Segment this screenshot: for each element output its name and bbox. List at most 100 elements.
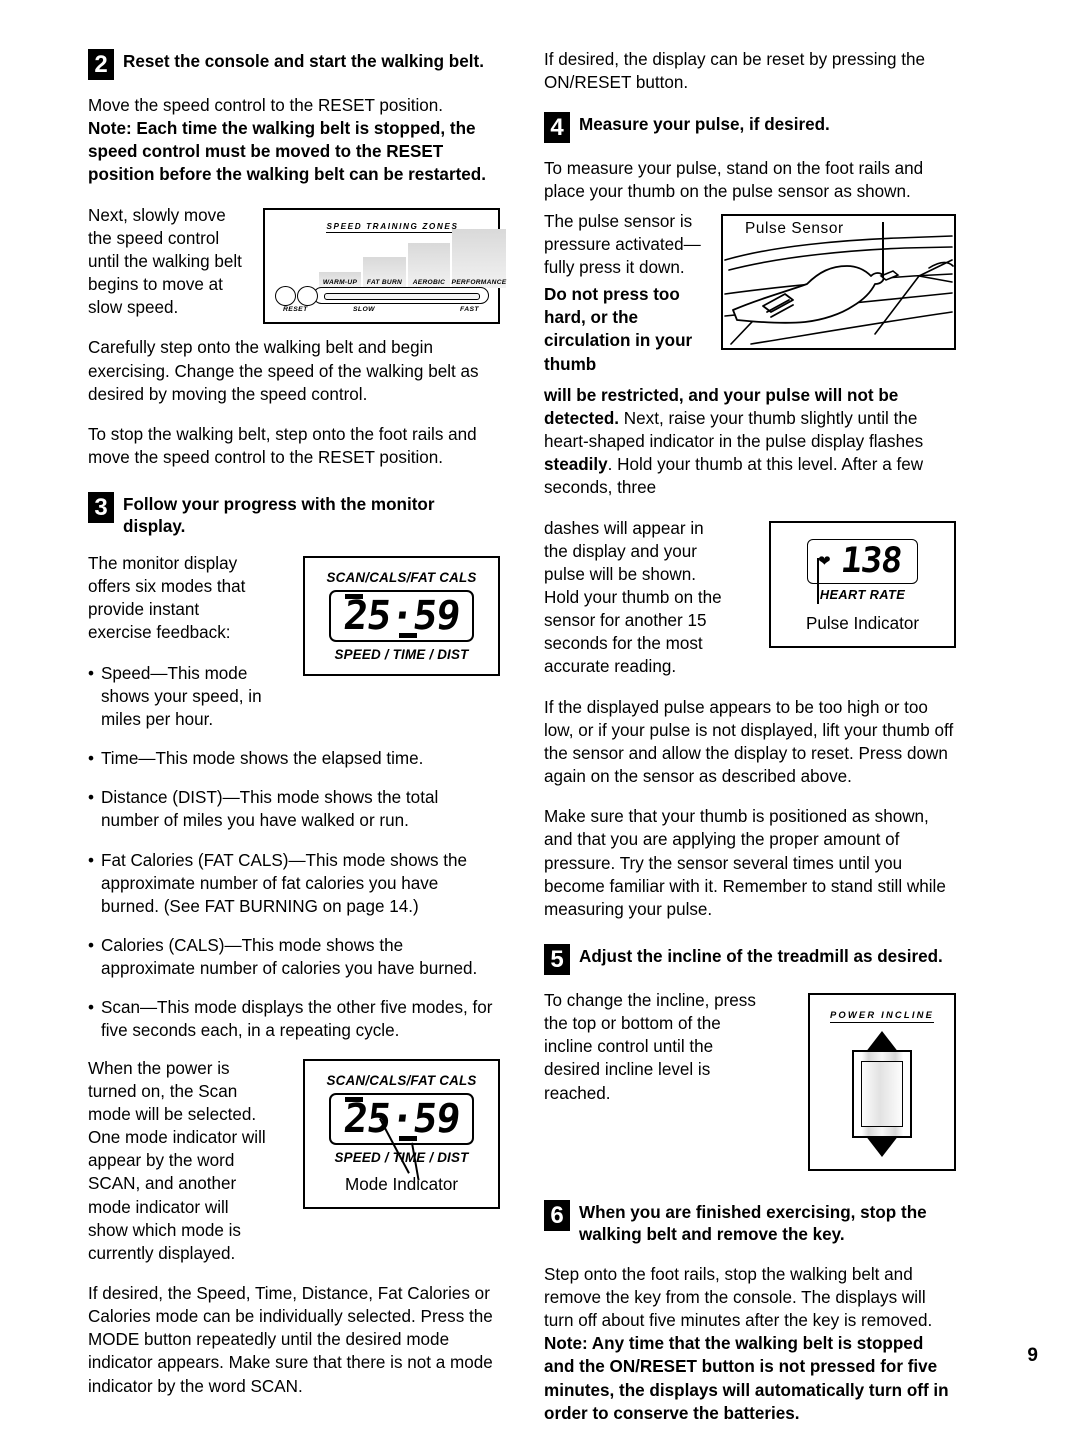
triangle-down-icon[interactable] bbox=[865, 1135, 899, 1157]
bullet-text: Calories (CALS)—This mode shows the appr… bbox=[101, 935, 478, 979]
step-title: Follow your progress with the monitor di… bbox=[123, 495, 435, 537]
step-4-heading: 4 Measure your pulse, if desired. bbox=[544, 111, 956, 144]
two-column-layout: 2 Reset the console and start the walkin… bbox=[88, 48, 1038, 1442]
monitor-digits: 25·59 bbox=[340, 592, 463, 639]
heart-icon: ❤ bbox=[818, 552, 831, 570]
right-intro-paragraph: If desired, the display can be reset by … bbox=[544, 50, 926, 93]
track-label-reset: RESET bbox=[283, 305, 308, 313]
mode-fig-lcd: 25·59 bbox=[328, 1092, 475, 1145]
incline-rocker-switch[interactable] bbox=[843, 1031, 921, 1157]
zone-bar-fatburn: FAT BURN bbox=[363, 256, 406, 288]
speed-knob-outer bbox=[275, 285, 296, 306]
pulse-indicator-caption: Pulse Indicator bbox=[805, 613, 920, 633]
step-3-heading: 3 Follow your progress with the monitor … bbox=[88, 491, 500, 538]
step-title: When you are finished exercising, stop t… bbox=[579, 1203, 927, 1244]
step-6-heading: 6 When you are finished exercising, stop… bbox=[544, 1199, 956, 1246]
step6-p1-note: Note: Any time that the walking belt is … bbox=[544, 1334, 949, 1423]
list-item: • Calories (CALS)—This mode shows the ap… bbox=[88, 934, 500, 980]
mode-fig-top-label: SCAN/CALS/FAT CALS bbox=[326, 1072, 477, 1088]
step-number-badge: 6 bbox=[544, 1200, 570, 1231]
bullet-dot: • bbox=[88, 850, 94, 870]
step6-p1-text: Step onto the foot rails, stop the walki… bbox=[544, 1264, 933, 1331]
step2-paragraph-4: To stop the walking belt, step onto the … bbox=[88, 424, 477, 468]
bullet-dot: • bbox=[88, 998, 94, 1018]
step3-paragraph-3: If desired, the Speed, Time, Distance, F… bbox=[88, 1284, 493, 1396]
monitor-display-figure: SCAN/CALS/FAT CALS 25·59 SPEED / TIME / … bbox=[303, 555, 500, 676]
right-column: If desired, the display can be reset by … bbox=[544, 48, 956, 1442]
bullet-dot: • bbox=[88, 935, 94, 955]
left-column: 2 Reset the console and start the walkin… bbox=[88, 48, 506, 1415]
monitor-bottom-label: SPEED / TIME / DIST bbox=[334, 646, 469, 662]
step-number-badge: 5 bbox=[544, 944, 570, 975]
step-number-badge: 3 bbox=[88, 492, 114, 524]
speed-control-track bbox=[275, 285, 489, 306]
mode-indicator-caption: Mode Indicator bbox=[344, 1174, 459, 1194]
zone-bar-performance: PERFORMANCE bbox=[452, 228, 506, 288]
step-5-heading: 5 Adjust the incline of the treadmill as… bbox=[544, 943, 956, 975]
bullet-text: Speed—This mode shows your speed, in mil… bbox=[101, 663, 262, 729]
list-item: • Speed—This mode shows your speed, in m… bbox=[88, 662, 278, 731]
monitor-top-label: SCAN/CALS/FAT CALS bbox=[326, 569, 477, 585]
mode-fig-digits: 25·59 bbox=[340, 1095, 463, 1142]
page-number: 9 bbox=[1027, 1345, 1038, 1366]
power-incline-figure: POWER INCLINE bbox=[808, 993, 956, 1171]
step-2-heading: 2 Reset the console and start the walkin… bbox=[88, 48, 500, 80]
pulse-lcd: ❤ 138 bbox=[807, 538, 918, 584]
bullet-dot: • bbox=[88, 749, 94, 769]
step4-wrap-bold: Do not press too hard, or the circulatio… bbox=[544, 285, 693, 374]
step-number-badge: 4 bbox=[544, 112, 570, 144]
triangle-up-icon[interactable] bbox=[865, 1031, 899, 1053]
rocker-body[interactable] bbox=[852, 1050, 912, 1138]
pulse-lcd-row: ❤ 138 bbox=[818, 540, 904, 581]
bullet-dot: • bbox=[88, 788, 94, 808]
leader-line bbox=[817, 557, 819, 604]
step4-paragraph-1: To measure your pulse, stand on the foot… bbox=[544, 159, 924, 202]
step4-wrap-plain: The pulse sensor is pressure activated—f… bbox=[544, 211, 701, 277]
pulse-sensor-caption: Pulse Sensor bbox=[745, 219, 844, 237]
step4-paragraph-2: will be restricted, and your pulse will … bbox=[544, 384, 956, 500]
step3-paragraph-2: When the power is turned on, the Scan mo… bbox=[88, 1058, 266, 1263]
pulse-sensor-figure: Pulse Sensor bbox=[721, 213, 956, 350]
step2-p1-text: Move the speed control to the RESET posi… bbox=[88, 96, 444, 115]
list-item: • Fat Calories (FAT CALS)—This mode show… bbox=[88, 849, 500, 918]
track-label-slow: SLOW bbox=[353, 305, 375, 313]
bullet-dot: • bbox=[88, 663, 94, 683]
step4-p2-bold2: steadily bbox=[544, 455, 608, 475]
step4-paragraph-5: Make sure that your thumb is positioned … bbox=[544, 807, 946, 919]
track-label-fast: FAST bbox=[460, 305, 479, 313]
bullet-text: Scan—This mode displays the other five m… bbox=[101, 998, 493, 1041]
step2-paragraph-3: Carefully step onto the walking belt and… bbox=[88, 338, 479, 404]
manual-page: 2 Reset the console and start the walkin… bbox=[0, 0, 1080, 1423]
speed-training-zones-figure: SPEED TRAINING ZONES WARM-UP FAT BURN AE… bbox=[263, 207, 506, 324]
power-incline-title: POWER INCLINE bbox=[829, 1009, 935, 1023]
step-title: Adjust the incline of the treadmill as d… bbox=[579, 947, 943, 966]
bullet-text: Distance (DIST)—This mode shows the tota… bbox=[101, 788, 439, 831]
zone-bar-aerobic: AEROBIC bbox=[408, 242, 450, 288]
step2-p1-note: Note: Each time the walking belt is stop… bbox=[88, 119, 486, 185]
speed-control-knob[interactable] bbox=[297, 285, 318, 306]
bullet-text: Fat Calories (FAT CALS)—This mode shows … bbox=[101, 850, 468, 916]
monitor-lcd: 25·59 bbox=[328, 589, 475, 642]
bullet-text: Time—This mode shows the elapsed time. bbox=[101, 749, 424, 769]
speed-track-labels: RESET SLOW FAST bbox=[275, 306, 489, 318]
step-title: Reset the console and start the walking … bbox=[123, 52, 484, 71]
list-item: • Distance (DIST)—This mode shows the to… bbox=[88, 786, 500, 832]
speed-rail bbox=[313, 286, 489, 304]
step2-paragraph-2: Next, slowly move the speed control unti… bbox=[88, 205, 242, 318]
mode-indicator-figure: SCAN/CALS/FAT CALS 25·59 SPEED / TIME / … bbox=[303, 1058, 500, 1209]
heart-rate-label: HEART RATE bbox=[819, 586, 906, 602]
step2-paragraph-1: Move the speed control to the RESET posi… bbox=[88, 94, 500, 187]
list-item: • Time—This mode shows the elapsed time. bbox=[88, 747, 500, 770]
zone-bar-warmup: WARM-UP bbox=[319, 271, 361, 288]
step-number-badge: 2 bbox=[88, 49, 114, 80]
step6-paragraph-1: Step onto the foot rails, stop the walki… bbox=[544, 1263, 956, 1425]
pulse-indicator-figure: ❤ 138 HEART RATE Pulse Indicator bbox=[769, 520, 956, 648]
list-item: • Scan—This mode displays the other five… bbox=[88, 996, 500, 1042]
speed-zone-bars: WARM-UP FAT BURN AEROBIC PERFORMANCE bbox=[319, 228, 506, 288]
step4-paragraph-4: If the displayed pulse appears to be too… bbox=[544, 697, 954, 787]
pulse-digits: 138 bbox=[838, 540, 904, 581]
step-title: Measure your pulse, if desired. bbox=[579, 115, 830, 135]
step3-paragraph-1: The monitor display offers six modes tha… bbox=[88, 553, 246, 643]
step5-paragraph-1: To change the incline, press the top or … bbox=[544, 991, 756, 1103]
step4-paragraph-3: dashes will appear in the display and yo… bbox=[544, 518, 722, 677]
